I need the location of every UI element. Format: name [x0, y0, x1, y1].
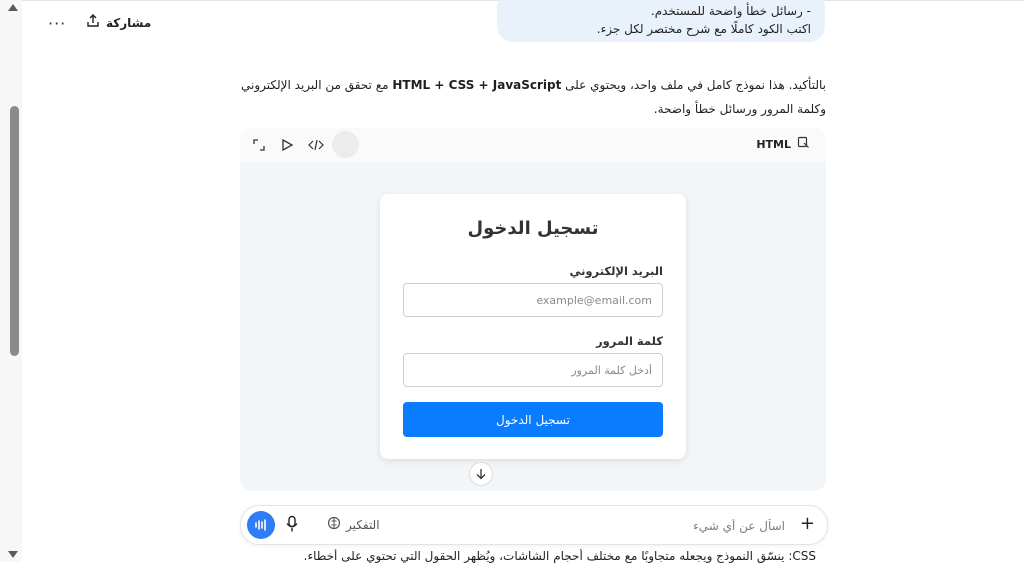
email-label: البريد الإلكتروني — [569, 264, 663, 278]
voice-waveform-icon — [254, 516, 268, 535]
user-message-line: - رسائل خطأ واضحة للمستخدم. — [650, 4, 811, 18]
scroll-up-arrow-icon[interactable] — [8, 4, 18, 11]
play-icon[interactable] — [280, 137, 296, 153]
expand-icon[interactable] — [252, 137, 268, 153]
message-input[interactable] — [483, 515, 787, 537]
code-icon[interactable] — [308, 137, 324, 153]
think-icon — [327, 516, 341, 533]
mic-icon[interactable] — [285, 515, 299, 537]
code-language-label: HTML — [756, 136, 810, 152]
toolbar-toggle[interactable] — [332, 131, 359, 158]
attach-plus-button[interactable]: + — [800, 515, 815, 533]
code-card-toolbar: HTML — [240, 128, 826, 162]
arrow-down-icon — [475, 465, 487, 484]
voice-mode-button[interactable] — [247, 511, 275, 539]
assistant-message: بالتأكيد. هذا نموذج كامل في ملف واحد، وي… — [238, 73, 826, 121]
login-form: تسجيل الدخول البريد الإلكتروني كلمة المر… — [380, 194, 686, 459]
user-message-bubble: - رسائل خطأ واضحة للمستخدم. اكتب الكود ك… — [497, 0, 825, 42]
list-item: CSS: ينسّق النموذج ويجعله متجاوبًا مع مخ… — [296, 549, 816, 563]
login-submit-button[interactable]: تسجيل الدخول — [403, 402, 663, 437]
scrollbar-thumb[interactable] — [10, 106, 19, 356]
email-field[interactable] — [403, 283, 663, 317]
login-title: تسجيل الدخول — [467, 218, 599, 239]
message-composer: + التفكير — [240, 505, 828, 545]
assistant-intro-tech: HTML + CSS + JavaScript — [392, 78, 562, 92]
scroll-to-bottom-button[interactable] — [469, 462, 493, 486]
share-button[interactable]: مشاركة — [86, 14, 151, 31]
share-icon — [86, 14, 100, 31]
list-item-text: CSS: ينسّق النموذج ويجعله متجاوبًا مع مخ… — [303, 549, 816, 563]
share-label: مشاركة — [106, 15, 152, 30]
copy-icon[interactable] — [797, 136, 810, 152]
think-toggle-button[interactable]: التفكير — [327, 516, 380, 533]
page-scrollbar[interactable] — [0, 0, 22, 562]
language-text: HTML — [756, 137, 791, 151]
scroll-down-arrow-icon[interactable] — [8, 551, 18, 558]
assistant-intro-text: بالتأكيد. هذا نموذج كامل في ملف واحد، وي… — [561, 78, 826, 92]
password-field[interactable] — [403, 353, 663, 387]
password-label: كلمة المرور — [596, 334, 663, 348]
user-message-line: اكتب الكود كاملًا مع شرح مختصر لكل جزء. — [596, 22, 811, 36]
code-preview-card: HTML تسجيل الدخول البريد الإلكتروني كلمة… — [240, 128, 826, 491]
think-label: التفكير — [346, 517, 380, 532]
more-options-button[interactable]: ··· — [48, 14, 66, 33]
